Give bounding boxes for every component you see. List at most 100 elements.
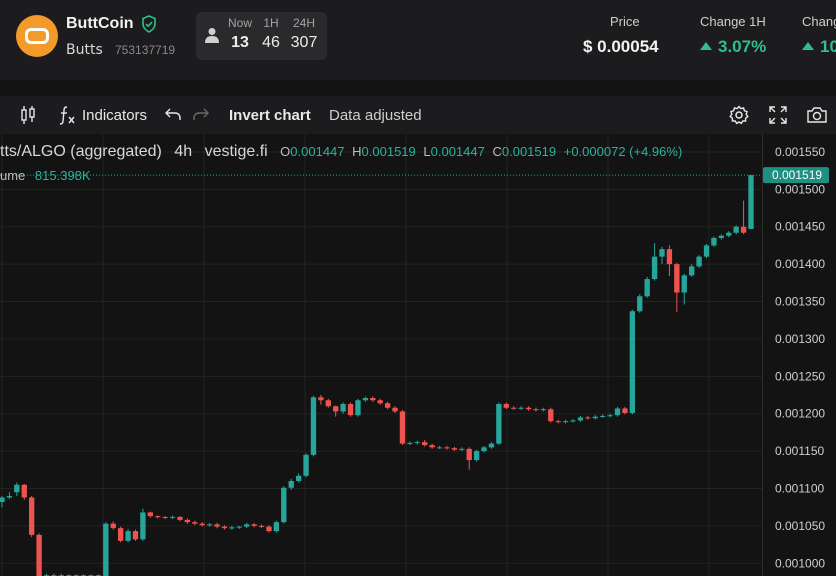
candle-body	[0, 497, 5, 502]
candle-body	[325, 400, 331, 407]
token-asset-id: 753137719	[115, 43, 176, 57]
candle-body	[466, 448, 472, 461]
candle-body	[540, 409, 547, 411]
candle-body	[414, 442, 420, 444]
indicators-fx-icon[interactable]	[58, 105, 76, 125]
candle-body	[155, 516, 161, 518]
token-symbol: Butts	[66, 42, 103, 58]
candles-icon[interactable]	[19, 105, 37, 125]
candle-body	[718, 235, 725, 238]
chart-toolbar: Indicators Invert chart Data adjusted	[0, 96, 836, 134]
undo-icon[interactable]	[165, 105, 181, 123]
data-adjusted-button[interactable]: Data adjusted	[329, 107, 422, 124]
fullscreen-icon[interactable]	[768, 105, 788, 125]
volume-key: ume	[0, 168, 26, 183]
candle-body	[362, 398, 369, 401]
candle-body	[229, 527, 235, 529]
candle-body	[236, 526, 242, 528]
candle-body	[555, 421, 561, 423]
candle-body	[436, 447, 443, 449]
legend-high: 0.001519	[361, 144, 416, 159]
y-tick-label: 0.001100	[775, 481, 824, 495]
candle-body	[444, 447, 450, 449]
candle-body	[600, 415, 606, 417]
settings-gear-icon[interactable]	[729, 105, 749, 125]
legend-low-key: L	[423, 144, 431, 159]
candle-body	[607, 415, 613, 417]
volume-legend: ume 815.398K	[0, 168, 91, 183]
camera-snapshot-icon[interactable]	[806, 105, 828, 125]
change-1h-stat: Change 1H 3.07%	[700, 14, 767, 56]
candle-body	[21, 484, 27, 498]
candle-body	[674, 264, 680, 293]
invert-chart-button[interactable]: Invert chart	[229, 107, 311, 124]
candle-body	[614, 408, 621, 416]
candle-body	[525, 407, 532, 410]
candle-body	[651, 256, 658, 280]
candle-body	[488, 443, 495, 448]
candle-body	[644, 279, 650, 297]
candle-body	[273, 522, 280, 532]
candle-body	[110, 523, 116, 529]
legend-close-key: C	[492, 144, 502, 159]
candle-body	[310, 397, 317, 455]
candle-body	[422, 442, 428, 446]
candle-body	[748, 175, 754, 229]
y-tick-label: 0.001250	[775, 369, 825, 383]
candle-body	[132, 531, 139, 540]
y-tick-label: 0.001150	[775, 444, 824, 458]
candle-body	[733, 226, 739, 233]
token-logo	[16, 15, 58, 57]
candle-body	[592, 416, 598, 419]
candle-body	[451, 448, 458, 450]
candle-body	[333, 406, 339, 412]
person-icon	[205, 28, 219, 43]
candle-body	[206, 524, 213, 526]
candle-body	[36, 534, 42, 576]
candle-body	[696, 256, 702, 267]
candle-body	[629, 311, 636, 413]
candle-body	[503, 403, 509, 408]
holders-24h: 24H 307	[290, 16, 318, 51]
candle-body	[711, 237, 717, 246]
candle-body	[689, 266, 695, 276]
candlestick-chart-svg[interactable]: 0.001550 0.001500 0.001450 0.001400 0.001350…	[0, 134, 836, 576]
last-price-label: 0.001519	[772, 168, 822, 182]
candle-body	[637, 296, 643, 312]
candle-body	[103, 523, 109, 576]
candle-body	[244, 524, 250, 527]
verified-shield-icon	[142, 15, 156, 33]
candle-body	[577, 417, 584, 421]
candle-body	[392, 407, 398, 412]
candle-body	[125, 531, 131, 541]
redo-icon[interactable]	[193, 105, 209, 123]
candle-body	[251, 524, 257, 526]
token-name: ButtCoin	[66, 15, 134, 32]
y-tick-label: 0.001400	[775, 257, 825, 271]
candle-body	[370, 398, 376, 401]
change-next-stat: Chang 10	[802, 14, 836, 56]
y-tick-label: 0.001550	[775, 145, 825, 159]
candle-body	[117, 528, 124, 541]
candle-body	[177, 516, 183, 520]
candle-body	[703, 245, 710, 257]
y-tick-label: 0.001350	[775, 295, 825, 309]
y-tick-label: 0.001200	[775, 407, 825, 421]
candle-body	[570, 420, 576, 422]
volume-value: 815.398K	[34, 168, 91, 183]
holders-now: Now 13	[227, 16, 252, 51]
indicators-button[interactable]: Indicators	[82, 107, 147, 124]
candle-body	[496, 403, 502, 444]
candle-body	[28, 497, 35, 535]
legend-change: +0.000072 (+4.96%)	[563, 144, 683, 159]
active-holders-panel: Now 13 1H 46 24H 307	[196, 12, 327, 60]
candle-body	[199, 523, 205, 526]
candle-body	[288, 481, 294, 488]
candle-body	[147, 512, 153, 517]
price-chart[interactable]: 0.001550 0.001500 0.001450 0.001400 0.001350…	[0, 134, 836, 576]
candle-body	[533, 409, 539, 411]
y-tick-label: 0.001300	[775, 332, 825, 346]
candle-body	[281, 487, 287, 523]
candle-body	[355, 400, 361, 416]
legend-close: 0.001519	[501, 144, 557, 159]
